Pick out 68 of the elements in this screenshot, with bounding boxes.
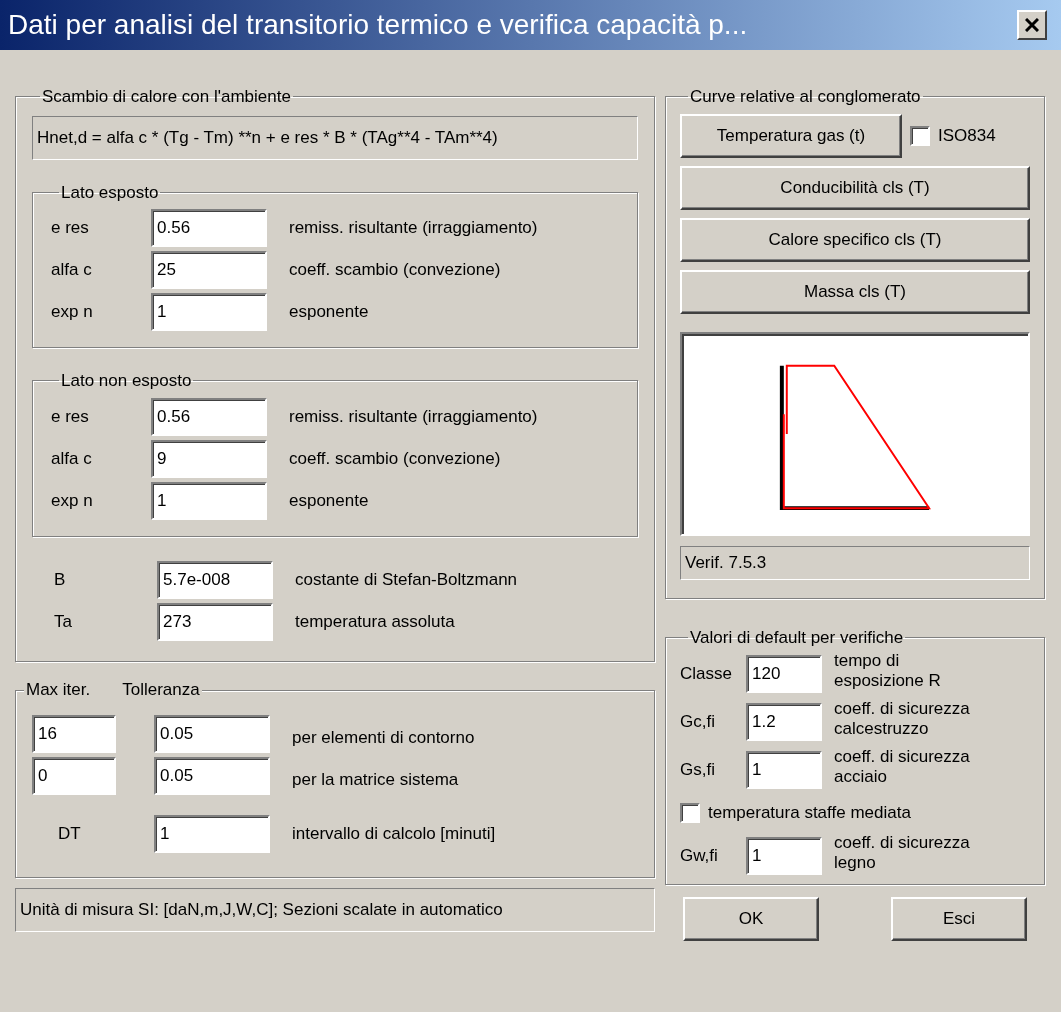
group-title: Lato non esposto [60, 370, 193, 392]
input-field[interactable]: 0.05 [154, 756, 270, 795]
field-description: temperatura assoluta [295, 610, 455, 633]
push-button[interactable]: Esci [891, 897, 1027, 941]
checkbox[interactable] [680, 803, 700, 823]
field-description: remiss. risultante (irraggiamento) [289, 217, 538, 240]
checkbox-label: ISO834 [938, 124, 996, 147]
input-field[interactable]: 25 [151, 251, 267, 289]
field-label: Classe [680, 663, 733, 686]
field-description: per la matrice sistema [292, 768, 459, 791]
window-title: Dati per analisi del transitorio termico e verifica capacità p... [8, 8, 748, 42]
input-field[interactable]: 1 [151, 481, 267, 520]
input-field[interactable]: 5.7e-008 [157, 560, 273, 599]
checkbox[interactable] [910, 125, 930, 146]
input-field[interactable]: 120 [746, 655, 822, 693]
field-description: coeff. di sicurezza legno [834, 833, 971, 873]
field-label: e res [51, 217, 90, 240]
field-label: Gs,fi [680, 759, 716, 782]
push-button[interactable]: OK [683, 897, 819, 941]
field-label: Gw,fi [680, 845, 719, 868]
push-button[interactable]: Conducibilità cls (T) [680, 165, 1030, 210]
field-description: remiss. risultante (irraggiamento) [289, 405, 538, 428]
input-field[interactable]: 0.56 [151, 209, 267, 247]
input-field[interactable]: 0.56 [151, 397, 267, 436]
field-description: intervallo di calcolo [minuti] [292, 822, 496, 845]
field-description: esponente [289, 489, 369, 512]
input-field[interactable]: 1 [151, 293, 267, 331]
push-button[interactable]: Temperatura gas (t) [680, 113, 902, 158]
field-description: tempo di esposizione R [834, 651, 942, 691]
push-button[interactable]: Massa cls (T) [680, 269, 1030, 314]
field-label: exp n [51, 301, 94, 324]
formula-text: Hnet,d = alfa c * (Tg - Tm) **n + e res * B * (TAg**4 - TAm**4) [32, 115, 638, 160]
group-title: Scambio di calore con l'ambiente [41, 86, 292, 108]
column-header: Max iter. [26, 678, 91, 701]
column-header: Tolleranza [122, 678, 200, 701]
field-label: e res [51, 405, 90, 428]
group-title: Valori di default per verifiche [689, 626, 905, 649]
input-field[interactable]: 273 [157, 602, 273, 641]
close-button[interactable] [1017, 10, 1047, 40]
input-field[interactable]: 1 [154, 814, 270, 853]
close-icon [1025, 18, 1039, 32]
field-description: esponente [289, 301, 369, 324]
field-description: coeff. scambio (convezione) [289, 259, 501, 282]
field-label: alfa c [51, 447, 93, 470]
group-title: Curve relative al conglomerato [689, 86, 922, 108]
push-button[interactable]: Calore specifico cls (T) [680, 217, 1030, 262]
input-field[interactable]: 1.2 [746, 703, 822, 741]
status-bar: Unità di misura SI: [daN,m,J,W,C]; Sezioni scalate in automatico [15, 887, 655, 932]
field-description: costante di Stefan-Boltzmann [295, 568, 518, 591]
field-description: coeff. di sicurezza calcestruzzo [834, 699, 971, 739]
input-field[interactable]: 1 [746, 751, 822, 789]
field-label: B [54, 568, 67, 591]
field-label: DT [57, 822, 82, 845]
field-description: coeff. di sicurezza acciaio [834, 747, 971, 787]
input-field[interactable]: 16 [32, 714, 116, 753]
field-description: coeff. scambio (convezione) [289, 447, 501, 470]
input-field[interactable]: 9 [151, 439, 267, 478]
field-label: exp n [51, 489, 94, 512]
field-description: per elementi di contorno [292, 726, 475, 749]
checkbox-label: temperatura staffe mediata [708, 802, 911, 825]
group-title: Lato esposto [60, 181, 160, 204]
field-label: Ta [54, 610, 73, 633]
field-label: Gc,fi [680, 711, 716, 734]
input-field[interactable]: 1 [746, 837, 822, 875]
preview-caption: Verif. 7.5.3 [680, 545, 1030, 580]
input-field[interactable]: 0 [32, 756, 116, 795]
input-field[interactable]: 0.05 [154, 714, 270, 753]
field-label: alfa c [51, 259, 93, 282]
